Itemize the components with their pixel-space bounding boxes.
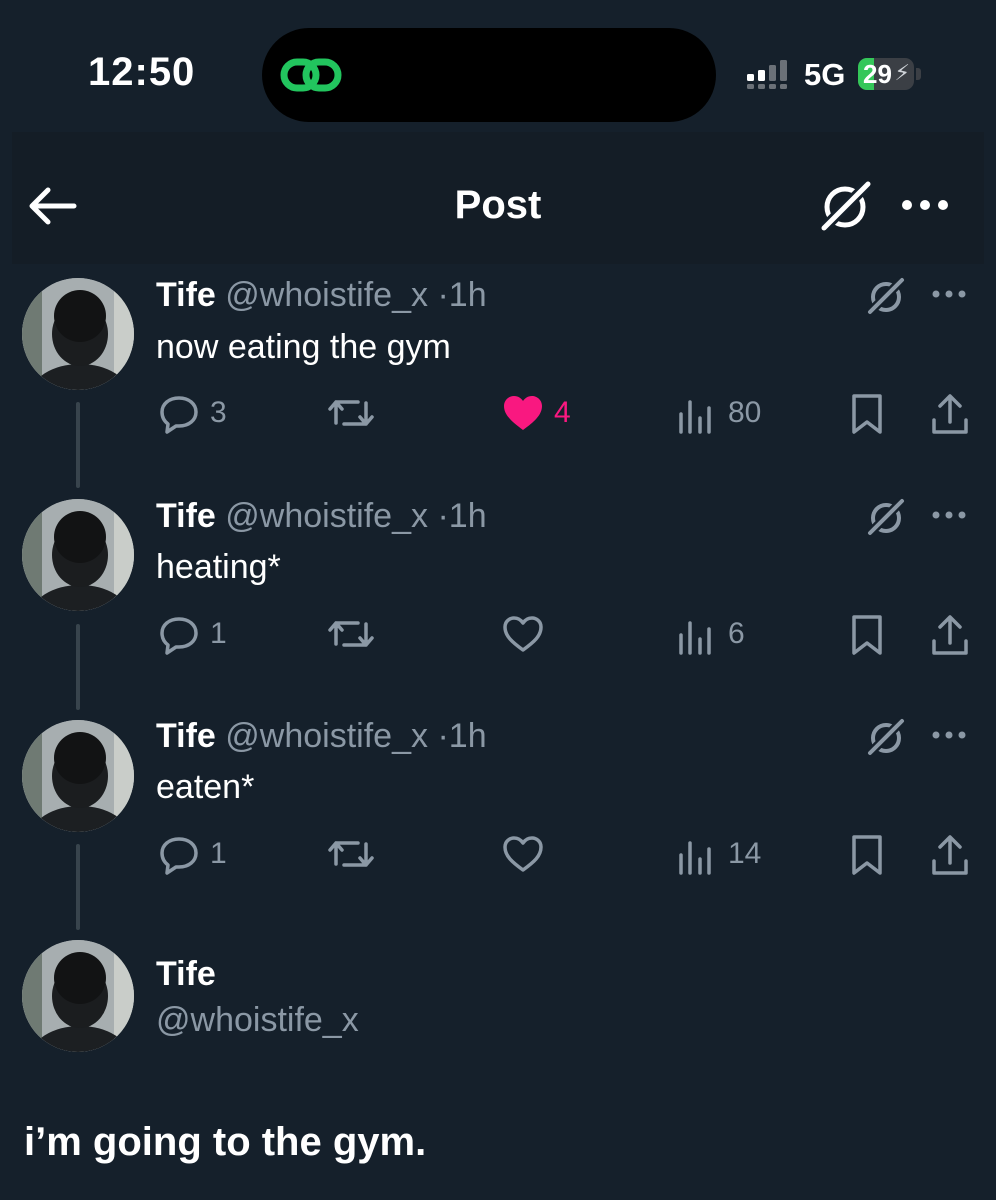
view-count: 6 (728, 617, 745, 650)
avatar[interactable] (22, 720, 134, 832)
main-post-text: i’m going to the gym. (24, 1120, 427, 1164)
view-count: 80 (728, 396, 762, 429)
like-icon[interactable] (502, 615, 544, 653)
post-time[interactable]: 1h (449, 497, 487, 535)
reply-icon[interactable] (158, 834, 200, 876)
more-options-icon[interactable] (930, 282, 970, 306)
bookmark-icon[interactable] (850, 833, 884, 877)
share-icon[interactable] (930, 833, 970, 877)
battery-tip (916, 68, 921, 80)
author-handle-text[interactable]: @whoistife_x (156, 1001, 359, 1039)
reply-icon[interactable] (158, 393, 200, 435)
bookmark-icon[interactable] (850, 613, 884, 657)
reply-count: 3 (210, 396, 227, 429)
bookmark-icon[interactable] (850, 392, 884, 436)
view-count: 14 (728, 837, 762, 870)
meta-separator: · (437, 717, 449, 755)
more-options-icon[interactable] (930, 503, 970, 527)
like-icon[interactable] (502, 394, 544, 432)
post-text: eaten* (156, 768, 255, 806)
author-handle[interactable]: @whoistife_x (225, 276, 428, 314)
thread-connector (76, 844, 80, 930)
like-count: 4 (554, 396, 571, 429)
repost-icon[interactable] (328, 393, 374, 433)
author-handle[interactable]: @whoistife_x (225, 497, 428, 535)
repost-icon[interactable] (328, 614, 374, 654)
author-handle[interactable]: @whoistife_x (225, 717, 428, 755)
author-name-text[interactable]: Tife (156, 955, 216, 993)
cellular-signal-icon (746, 60, 792, 90)
reply-count: 1 (210, 617, 227, 650)
grok-icon[interactable] (866, 276, 906, 316)
author-name[interactable]: Tife (156, 276, 216, 314)
views-icon[interactable] (678, 615, 714, 655)
status-time: 12:50 (88, 50, 196, 94)
author-name[interactable]: Tife (156, 497, 216, 535)
grok-icon[interactable] (818, 178, 874, 234)
reply-icon[interactable] (158, 614, 200, 656)
reply-count: 1 (210, 837, 227, 870)
avatar[interactable] (22, 499, 134, 611)
post-time[interactable]: 1h (449, 276, 487, 314)
meta-separator: · (437, 276, 449, 314)
post-meta: Tife @whoistife_x ·1h (156, 276, 487, 315)
author-handle[interactable]: @whoistife_x (156, 1001, 359, 1040)
share-icon[interactable] (930, 392, 970, 436)
post-text: now eating the gym (156, 328, 451, 366)
thread-connector (76, 402, 80, 488)
more-options-icon[interactable] (898, 190, 952, 220)
share-icon[interactable] (930, 613, 970, 657)
linked-rings-icon (280, 50, 342, 100)
thread-connector (76, 624, 80, 710)
post-text: heating* (156, 548, 281, 586)
post-time[interactable]: 1h (449, 717, 487, 755)
charging-bolt-icon: ⚡ (894, 60, 910, 85)
views-icon[interactable] (678, 835, 714, 875)
post-meta: Tife @whoistife_x ·1h (156, 497, 487, 536)
grok-icon[interactable] (866, 497, 906, 537)
author-name[interactable]: Tife (156, 955, 216, 994)
more-options-icon[interactable] (930, 723, 970, 747)
repost-icon[interactable] (328, 834, 374, 874)
grok-icon[interactable] (866, 717, 906, 757)
meta-separator: · (437, 497, 449, 535)
battery-percent: 29 (863, 59, 892, 89)
like-icon[interactable] (502, 835, 544, 873)
views-icon[interactable] (678, 394, 714, 434)
post-meta: Tife @whoistife_x ·1h (156, 717, 487, 756)
avatar[interactable] (22, 278, 134, 390)
author-name[interactable]: Tife (156, 717, 216, 755)
network-type: 5G (804, 57, 846, 92)
avatar[interactable] (22, 940, 134, 1052)
battery-icon: 29 ⚡ (858, 58, 914, 90)
